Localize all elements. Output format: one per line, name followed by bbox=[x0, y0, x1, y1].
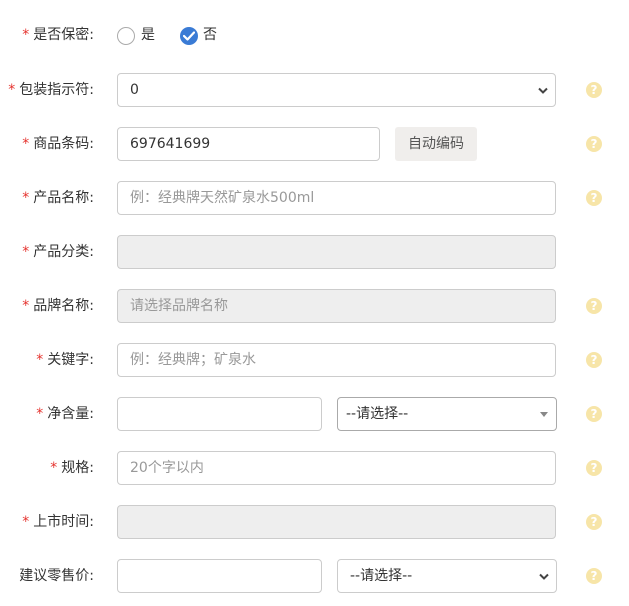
required-mark: * bbox=[22, 27, 30, 43]
product-name-input[interactable] bbox=[117, 181, 556, 215]
required-mark: * bbox=[22, 190, 30, 206]
spec-input[interactable] bbox=[117, 451, 556, 485]
secret-row: * 是否保密: 是 否 bbox=[0, 18, 629, 52]
category-row: * 产品分类: bbox=[0, 235, 629, 269]
secret-no-radio[interactable] bbox=[180, 27, 198, 45]
launch-time-row: * 上市时间: ? bbox=[0, 505, 629, 539]
category-label-text: 产品分类: bbox=[33, 244, 94, 260]
chevron-down-icon bbox=[539, 573, 549, 580]
price-row: 建议零售价: --请选择-- ? bbox=[0, 559, 629, 593]
product-name-row: *产品名称: ? bbox=[0, 181, 629, 215]
price-label: 建议零售价: bbox=[19, 568, 94, 584]
brand-input[interactable] bbox=[117, 289, 556, 323]
question-circle-icon[interactable]: ? bbox=[586, 190, 602, 206]
question-circle-icon[interactable]: ? bbox=[586, 82, 602, 98]
required-mark: * bbox=[8, 82, 16, 98]
keywords-input[interactable] bbox=[117, 343, 556, 377]
price-input[interactable] bbox=[117, 559, 322, 593]
caret-down-icon bbox=[540, 412, 548, 417]
category-label: * 产品分类: bbox=[22, 235, 94, 269]
chevron-down-icon bbox=[538, 87, 548, 94]
package-label-text: 包装指示符: bbox=[19, 82, 94, 98]
question-circle-icon[interactable]: ? bbox=[586, 406, 602, 422]
spec-label-text: 规格: bbox=[61, 460, 94, 476]
category-input[interactable] bbox=[117, 235, 556, 269]
question-circle-icon[interactable]: ? bbox=[586, 298, 602, 314]
brand-label-text: 品牌名称: bbox=[33, 298, 94, 314]
spec-label: * 规格: bbox=[50, 451, 94, 485]
required-mark: * bbox=[22, 514, 30, 530]
product-name-label: * 产品名称: bbox=[22, 181, 94, 215]
question-circle-icon[interactable]: ? bbox=[586, 460, 602, 476]
keywords-row: *关键字: ? bbox=[0, 343, 629, 377]
secret-yes-radio[interactable] bbox=[117, 27, 135, 45]
required-mark: * bbox=[50, 460, 58, 476]
secret-yes-label[interactable]: 是 bbox=[141, 18, 155, 52]
secret-no-label[interactable]: 否 bbox=[203, 18, 217, 52]
launch-time-label: * 上市时间: bbox=[22, 505, 94, 539]
currency-select-value: --请选择-- bbox=[350, 568, 413, 584]
secret-label-text: 是否保密: bbox=[33, 27, 94, 43]
net-content-unit-value: --请选择-- bbox=[346, 406, 409, 422]
required-mark: * bbox=[22, 136, 30, 152]
net-content-unit-select[interactable]: --请选择-- bbox=[337, 397, 557, 431]
required-mark: * bbox=[22, 244, 30, 260]
package-select[interactable]: 0 bbox=[117, 73, 556, 107]
required-mark: * bbox=[36, 406, 44, 422]
net-content-row: * 净含量: --请选择-- ? bbox=[0, 397, 629, 431]
barcode-row: *商品条码: 自动编码 ? bbox=[0, 127, 629, 161]
keywords-label: * 关键字: bbox=[36, 343, 94, 377]
barcode-label-text: 商品条码: bbox=[33, 136, 94, 152]
keywords-label-text: 关键字: bbox=[47, 352, 94, 368]
question-circle-icon[interactable]: ? bbox=[586, 136, 602, 152]
net-content-label: * 净含量: bbox=[36, 397, 94, 431]
auto-code-button[interactable]: 自动编码 bbox=[395, 127, 477, 161]
spec-row: *规格: ? bbox=[0, 451, 629, 485]
package-select-value: 0 bbox=[130, 82, 139, 98]
question-circle-icon[interactable]: ? bbox=[586, 352, 602, 368]
product-name-label-text: 产品名称: bbox=[33, 190, 94, 206]
barcode-input[interactable] bbox=[117, 127, 380, 161]
question-circle-icon[interactable]: ? bbox=[586, 568, 602, 584]
currency-select[interactable]: --请选择-- bbox=[337, 559, 557, 593]
package-label: * 包装指示符: bbox=[8, 73, 94, 107]
launch-time-label-text: 上市时间: bbox=[33, 514, 94, 530]
net-content-label-text: 净含量: bbox=[47, 406, 94, 422]
check-icon bbox=[183, 31, 195, 41]
secret-label: * 是否保密: bbox=[22, 18, 94, 52]
package-row: * 包装指示符: 0 ? bbox=[0, 73, 629, 107]
required-mark: * bbox=[22, 298, 30, 314]
required-mark: * bbox=[36, 352, 44, 368]
question-circle-icon[interactable]: ? bbox=[586, 514, 602, 530]
brand-label: * 品牌名称: bbox=[22, 289, 94, 323]
barcode-label: * 商品条码: bbox=[22, 127, 94, 161]
launch-time-input[interactable] bbox=[117, 505, 556, 539]
net-content-input[interactable] bbox=[117, 397, 322, 431]
brand-row: *品牌名称: ? bbox=[0, 289, 629, 323]
